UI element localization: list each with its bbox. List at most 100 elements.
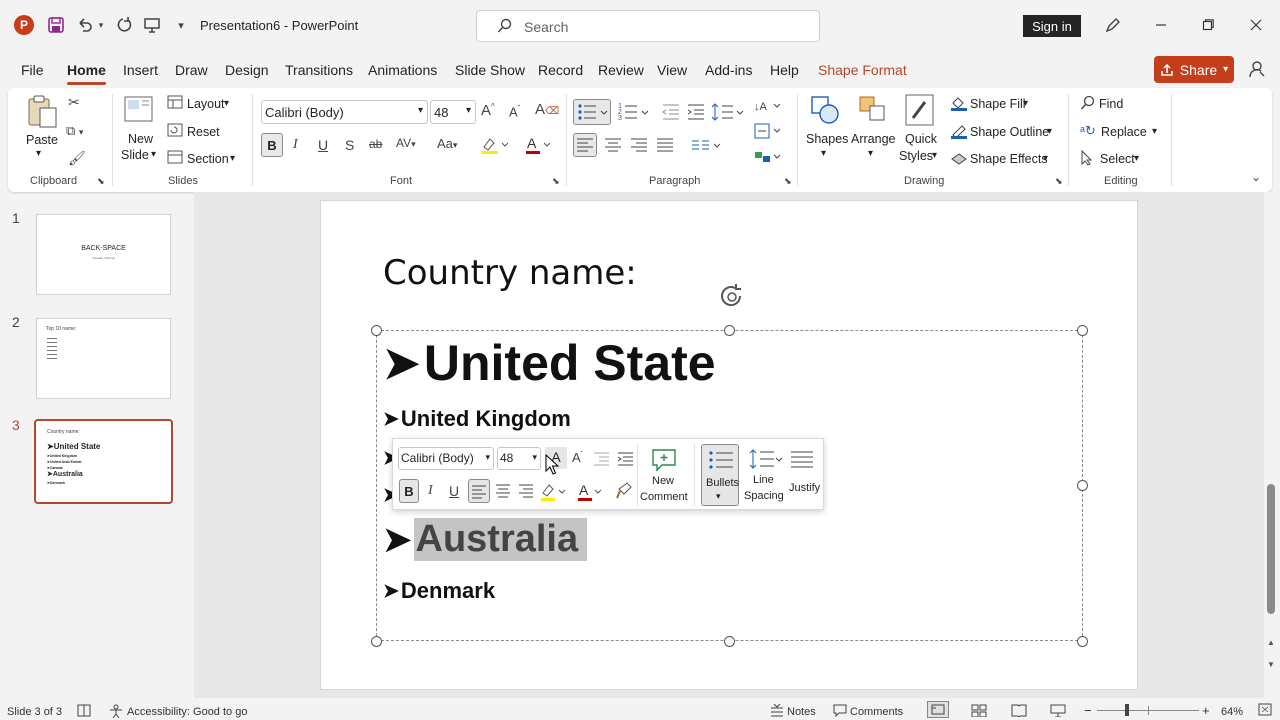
shape-effects-button[interactable]: Shape Effects xyxy=(970,152,1048,166)
mini-increase-indent-icon[interactable] xyxy=(617,451,635,467)
paragraph-launcher-icon[interactable]: ⬊ xyxy=(784,176,792,187)
mini-font-size-select[interactable]: 48 ▾ xyxy=(497,447,541,470)
shapes-label[interactable]: Shapes xyxy=(806,132,848,146)
justify-icon[interactable] xyxy=(654,134,676,156)
paste-icon[interactable] xyxy=(26,94,58,128)
person-icon[interactable] xyxy=(1248,60,1266,78)
share-button[interactable]: Share ▾ xyxy=(1154,56,1234,83)
next-slide-icon[interactable]: ▼ xyxy=(1267,660,1275,669)
mini-italic-button[interactable]: I xyxy=(428,483,433,499)
sign-in-button[interactable]: Sign in xyxy=(1023,15,1081,37)
increase-indent-icon[interactable] xyxy=(686,100,706,124)
vertical-scrollbar[interactable]: ▲ ▼ xyxy=(1264,192,1280,698)
tab-review[interactable]: Review xyxy=(598,62,644,78)
mini-justify-icon[interactable] xyxy=(790,449,814,471)
resize-handle-t[interactable] xyxy=(724,325,735,336)
layout-icon[interactable] xyxy=(167,95,183,109)
font-launcher-icon[interactable]: ⬊ xyxy=(552,176,560,187)
paste-dropdown-icon[interactable]: ▾ xyxy=(36,148,41,159)
mini-align-center-icon[interactable] xyxy=(493,481,513,503)
strikethrough-button[interactable]: ab xyxy=(369,137,382,151)
list-item-united-state[interactable]: ➤ United State xyxy=(383,334,716,392)
line-spacing-icon[interactable] xyxy=(711,100,745,124)
replace-button[interactable]: Replace xyxy=(1101,125,1147,139)
customize-toolbar-icon[interactable]: ▾ xyxy=(170,14,192,36)
resize-handle-b[interactable] xyxy=(724,636,735,647)
shapes-icon[interactable] xyxy=(810,94,840,126)
search-input[interactable]: Search xyxy=(476,10,820,42)
tab-file[interactable]: File xyxy=(21,62,44,78)
character-spacing-icon[interactable]: AV▾ xyxy=(396,136,416,150)
section-icon[interactable] xyxy=(167,150,183,164)
normal-view-button[interactable] xyxy=(927,701,949,718)
mini-decrease-indent-icon[interactable] xyxy=(593,451,611,467)
slide-thumbnail-2[interactable]: Top 10 name: xyxy=(36,318,171,399)
quick-styles-label-1[interactable]: Quick xyxy=(905,132,937,146)
select-button[interactable]: Select xyxy=(1100,152,1135,166)
mini-format-painter-icon[interactable] xyxy=(615,481,633,501)
pen-icon[interactable] xyxy=(1102,14,1124,36)
replace-icon[interactable]: ᵃ↻ xyxy=(1080,123,1096,139)
save-icon[interactable] xyxy=(45,14,67,36)
mini-align-right-icon[interactable] xyxy=(516,481,536,503)
font-size-select[interactable]: 48 ▾ xyxy=(430,100,476,124)
notes-icon[interactable] xyxy=(770,704,784,717)
mini-decrease-font-icon[interactable]: Aˇ xyxy=(572,450,583,465)
accessibility-status[interactable]: Accessibility: Good to go xyxy=(127,706,247,718)
tab-insert[interactable]: Insert xyxy=(123,62,158,78)
change-case-icon[interactable]: Aa▾ xyxy=(437,136,457,151)
select-cursor-icon[interactable] xyxy=(1080,150,1094,166)
arrange-icon[interactable] xyxy=(858,94,888,126)
mini-justify-label[interactable]: Justify xyxy=(789,482,820,494)
mini-underline-button[interactable]: U xyxy=(449,483,459,499)
slide-sorter-icon[interactable] xyxy=(971,704,987,717)
columns-icon[interactable] xyxy=(689,134,723,156)
close-icon[interactable] xyxy=(1245,14,1267,36)
section-button[interactable]: Section xyxy=(187,152,229,166)
increase-font-size-icon[interactable]: A^ xyxy=(481,102,495,119)
new-comment-label-1[interactable]: New xyxy=(652,475,674,487)
quick-styles-label-2[interactable]: Styles xyxy=(899,149,933,163)
tab-help[interactable]: Help xyxy=(770,62,799,78)
comments-icon[interactable] xyxy=(833,704,847,717)
align-center-icon[interactable] xyxy=(602,134,624,156)
quick-styles-dropdown-icon[interactable]: ▾ xyxy=(932,150,937,161)
text-direction-icon[interactable]: ↓A xyxy=(752,96,782,116)
slide-thumbnail-3[interactable]: Country name: ➤United State ➤United King… xyxy=(34,419,173,504)
reset-icon[interactable] xyxy=(167,123,183,137)
shape-outline-button[interactable]: Shape Outline xyxy=(970,125,1049,139)
numbering-icon[interactable]: 123 xyxy=(617,100,651,124)
slideshow-view-icon[interactable] xyxy=(1050,704,1066,717)
mini-bold-button[interactable]: B xyxy=(399,479,419,503)
list-item-australia[interactable]: ➤ Australia xyxy=(383,518,588,561)
font-color-icon[interactable]: A xyxy=(524,135,552,155)
tab-draw[interactable]: Draw xyxy=(175,62,208,78)
resize-handle-tr[interactable] xyxy=(1077,325,1088,336)
mini-bullets-button[interactable]: Bullets ▾ xyxy=(701,444,739,506)
tab-home[interactable]: Home xyxy=(67,62,106,85)
resize-handle-r[interactable] xyxy=(1077,480,1088,491)
tab-design[interactable]: Design xyxy=(225,62,269,78)
collapse-ribbon-icon[interactable]: ⌄ xyxy=(1251,170,1261,184)
decrease-font-size-icon[interactable]: Aˇ xyxy=(509,104,520,119)
align-right-icon[interactable] xyxy=(628,134,650,156)
format-painter-icon[interactable]: 🖌 xyxy=(68,150,86,167)
new-slide-label-1[interactable]: New xyxy=(128,132,153,146)
slide-title[interactable]: Country name: xyxy=(383,253,637,293)
new-comment-icon[interactable] xyxy=(650,447,678,473)
reset-button[interactable]: Reset xyxy=(187,125,220,139)
present-icon[interactable] xyxy=(141,14,163,36)
font-name-select[interactable]: Calibri (Body) ▾ xyxy=(261,100,428,124)
fit-to-window-icon[interactable] xyxy=(1258,703,1272,716)
shapes-dropdown-icon[interactable]: ▾ xyxy=(821,148,826,159)
shape-effects-icon[interactable] xyxy=(950,151,968,167)
align-text-icon[interactable] xyxy=(752,121,782,141)
layout-button[interactable]: Layout xyxy=(187,97,225,111)
resize-handle-tl[interactable] xyxy=(371,325,382,336)
find-icon[interactable] xyxy=(1080,95,1096,111)
redo-icon[interactable] xyxy=(112,14,134,36)
accessibility-icon[interactable] xyxy=(109,704,123,718)
find-button[interactable]: Find xyxy=(1099,97,1123,111)
resize-handle-bl[interactable] xyxy=(371,636,382,647)
mini-font-color-icon[interactable]: A xyxy=(577,481,605,503)
